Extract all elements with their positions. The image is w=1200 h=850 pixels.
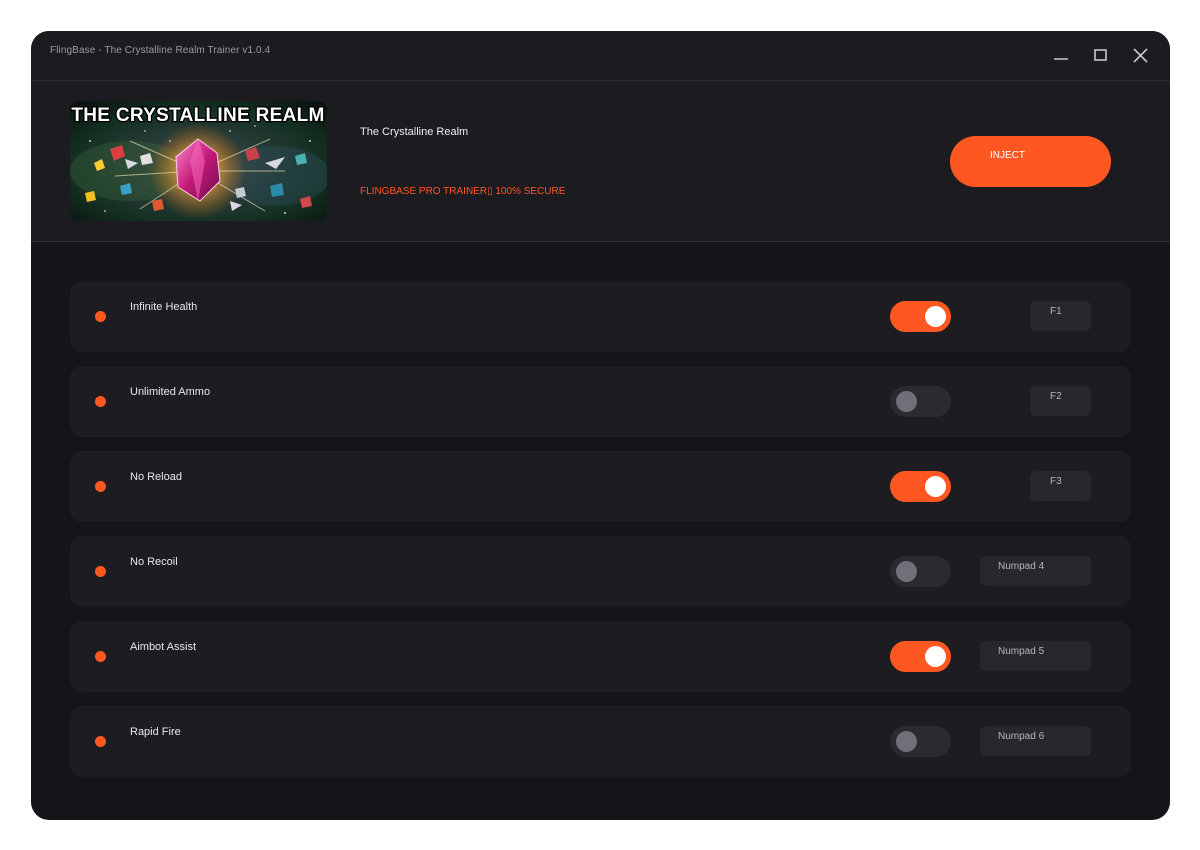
cheat-row: Rapid Fire Numpad 6 (70, 706, 1131, 777)
svg-text:THE CRYSTALLINE REALM: THE CRYSTALLINE REALM (71, 105, 324, 126)
cheat-row: No Reload F3 (70, 451, 1131, 522)
cheat-row: Aimbot Assist Numpad 5 (70, 621, 1131, 692)
toggle-knob (925, 476, 946, 497)
cheat-name: No Recoil (130, 556, 178, 568)
game-cover-art: THE CRYSTALLINE REALM (70, 101, 327, 221)
game-title: The Crystalline Realm (360, 126, 469, 138)
status-dot (95, 566, 106, 577)
hotkey-button[interactable]: F3 (1030, 471, 1091, 501)
toggle-knob (925, 646, 946, 667)
cheat-list: Infinite Health F1 Unlimited Ammo F2 No … (70, 281, 1131, 791)
cheat-row: No Recoil Numpad 4 (70, 536, 1131, 607)
trainer-window: FlingBase - The Crystalline Realm Traine… (31, 31, 1170, 820)
trainer-tagline: FLINGBASE PRO TRAINER▯ 100% SECURE (360, 186, 566, 197)
minimize-icon (1054, 58, 1068, 60)
cheat-toggle[interactable] (890, 641, 951, 672)
cheat-row: Infinite Health F1 (70, 281, 1131, 352)
hotkey-button[interactable]: F2 (1030, 386, 1091, 416)
status-dot (95, 481, 106, 492)
hotkey-button[interactable]: Numpad 4 (980, 556, 1091, 586)
hotkey-button[interactable]: Numpad 5 (980, 641, 1091, 671)
maximize-button[interactable] (1086, 43, 1116, 69)
hotkey-label: F3 (1050, 476, 1062, 487)
cheat-row: Unlimited Ammo F2 (70, 366, 1131, 437)
hotkey-button[interactable]: Numpad 6 (980, 726, 1091, 756)
close-icon (1133, 48, 1148, 63)
cheat-toggle[interactable] (890, 556, 951, 587)
hotkey-label: F2 (1050, 391, 1062, 402)
inject-button-label: INJECT (990, 150, 1025, 161)
toggle-knob (896, 391, 917, 412)
close-button[interactable] (1126, 43, 1156, 69)
cheat-toggle[interactable] (890, 471, 951, 502)
status-dot (95, 311, 106, 322)
cheat-name: Rapid Fire (130, 726, 181, 738)
cheat-toggle[interactable] (890, 301, 951, 332)
cheat-name: No Reload (130, 471, 182, 483)
cheat-toggle[interactable] (890, 386, 951, 417)
game-header: THE CRYSTALLINE REALM The Crystalline Re… (31, 81, 1170, 242)
cheat-name: Unlimited Ammo (130, 386, 211, 398)
status-dot (95, 651, 106, 662)
cheat-name: Aimbot Assist (130, 641, 197, 653)
hotkey-button[interactable]: F1 (1030, 301, 1091, 331)
cheat-name: Infinite Health (130, 301, 198, 313)
status-dot (95, 396, 106, 407)
hotkey-label: F1 (1050, 306, 1062, 317)
toggle-knob (925, 306, 946, 327)
inject-button[interactable]: INJECT (950, 136, 1111, 187)
maximize-icon (1094, 49, 1107, 61)
hotkey-label: Numpad 6 (998, 731, 1045, 742)
hotkey-label: Numpad 5 (998, 646, 1045, 657)
window-title: FlingBase - The Crystalline Realm Traine… (50, 45, 271, 56)
cheat-toggle[interactable] (890, 726, 951, 757)
title-bar[interactable]: FlingBase - The Crystalline Realm Traine… (31, 31, 1170, 81)
hotkey-label: Numpad 4 (998, 561, 1045, 572)
status-dot (95, 736, 106, 747)
toggle-knob (896, 731, 917, 752)
minimize-button[interactable] (1046, 43, 1076, 69)
toggle-knob (896, 561, 917, 582)
